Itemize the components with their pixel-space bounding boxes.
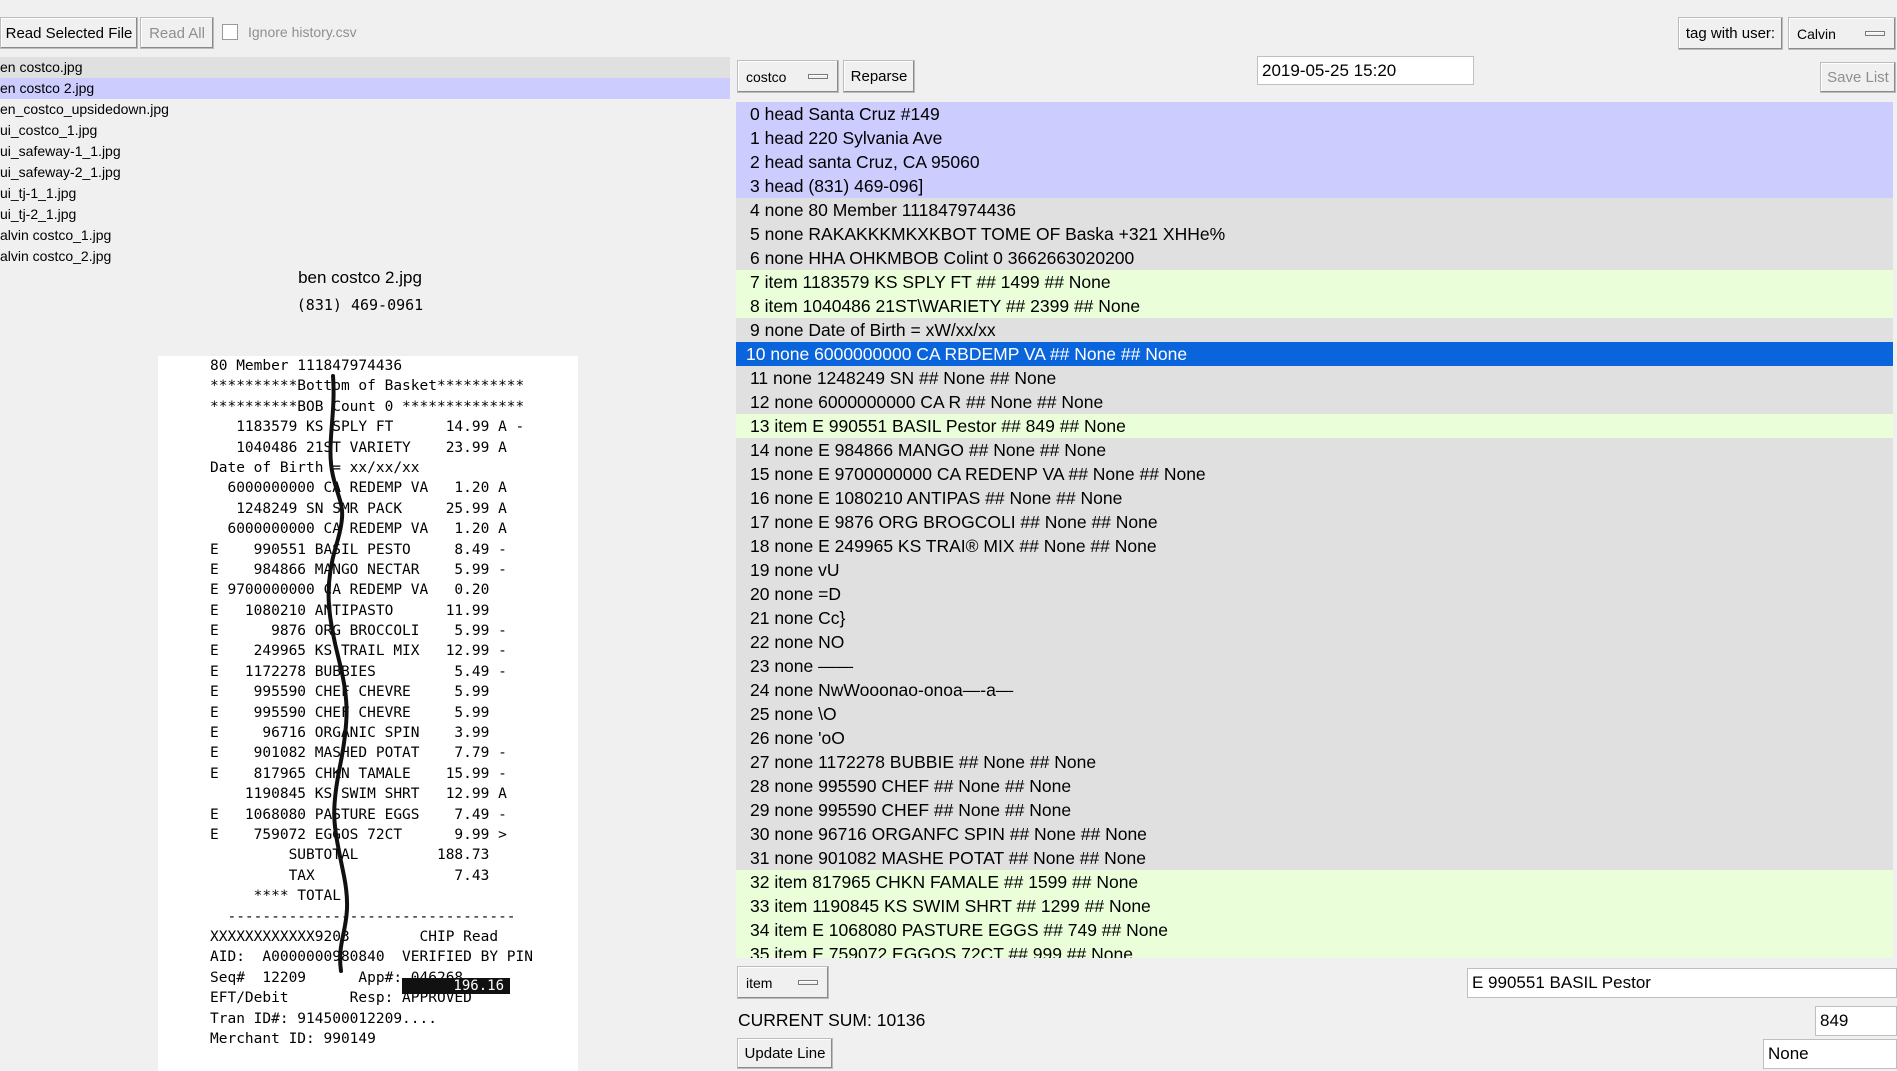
parsed-line-item[interactable]: 26 none 'oO	[736, 726, 1893, 750]
save-list-button[interactable]: Save List	[1820, 62, 1896, 93]
tag-with-user-button[interactable]: tag with user:	[1678, 17, 1783, 50]
parsed-line-item[interactable]: 34 item E 1068080 PASTURE EGGS ## 749 ##…	[736, 918, 1893, 942]
parsed-line-item[interactable]: 2 head santa Cruz, CA 95060	[736, 150, 1893, 174]
parsed-line-item[interactable]: 30 none 96716 ORGANFC SPIN ## None ## No…	[736, 822, 1893, 846]
ignore-history-checkbox[interactable]	[222, 24, 238, 40]
parsed-line-item[interactable]: 29 none 995590 CHEF ## None ## None	[736, 798, 1893, 822]
user-dropdown[interactable]: Calvin	[1788, 17, 1896, 50]
receipt-phone: (831) 469-0961	[296, 296, 424, 314]
file-list-item[interactable]: en_costco_upsidedown.jpg	[0, 99, 730, 120]
parsed-lines-list[interactable]: 0 head Santa Cruz #149 1 head 220 Sylvani…	[736, 102, 1893, 958]
parsed-line-item[interactable]: 23 none ——	[736, 654, 1893, 678]
parsed-line-item[interactable]: 20 none =D	[736, 582, 1893, 606]
parsed-line-item[interactable]: 13 item E 990551 BASIL Pestor ## 849 ## …	[736, 414, 1893, 438]
parsed-line-item[interactable]: 33 item 1190845 KS SWIM SHRT ## 1299 ## …	[736, 894, 1893, 918]
parsed-line-item[interactable]: 8 item 1040486 21ST\WARIETY ## 2399 ## N…	[736, 294, 1893, 318]
pen-stroke-mark	[326, 374, 349, 973]
parsed-line-item[interactable]: 17 none E 9876 ORG BROGCOLI ## None ## N…	[736, 510, 1893, 534]
parsed-line-item[interactable]: 15 none E 9700000000 CA REDENP VA ## Non…	[736, 462, 1893, 486]
store-dropdown-value: costco	[746, 68, 787, 85]
receipt-line	[210, 1049, 533, 1069]
parsed-line-item[interactable]: 19 none vU	[736, 558, 1893, 582]
file-list-item[interactable]: ui_costco_1.jpg	[0, 120, 730, 141]
parsed-line-item[interactable]: 22 none NO	[736, 630, 1893, 654]
parsed-line-item[interactable]: 6 none HHA OHKMBOB Colint 0 366266302020…	[736, 246, 1893, 270]
file-list-item[interactable]: ui_tj-1_1.jpg	[0, 183, 730, 204]
parsed-line-item[interactable]: 28 none 995590 CHEF ## None ## None	[736, 774, 1893, 798]
file-list[interactable]: en costco.jpg en costco 2.jpg en_costco_up…	[0, 57, 730, 267]
extra-field[interactable]: None	[1763, 1039, 1897, 1069]
datetime-field[interactable]: 2019-05-25 15:20	[1257, 56, 1474, 85]
current-sum-label: CURRENT SUM: 10136	[738, 1010, 926, 1030]
parsed-line-item[interactable]: 27 none 1172278 BUBBIE ## None ## None	[736, 750, 1893, 774]
file-list-item[interactable]: alvin costco_1.jpg	[0, 225, 730, 246]
user-dropdown-value: Calvin	[1797, 25, 1836, 42]
read-selected-file-button[interactable]: Read Selected File	[0, 17, 138, 49]
read-all-button[interactable]: Read All	[140, 17, 214, 49]
item-text-field[interactable]: E 990551 BASIL Pestor	[1467, 968, 1897, 998]
parsed-line-item[interactable]: 12 none 6000000000 CA R ## None ## None	[736, 390, 1893, 414]
file-list-item[interactable]: ui_safeway-2_1.jpg	[0, 162, 730, 183]
parsed-line-item[interactable]: 3 head (831) 469-096]	[736, 174, 1893, 198]
parsed-line-item[interactable]: 35 item E 759072 EGGOS 72CT ## 999 ## No…	[736, 942, 1893, 958]
receipt-caption: ben costco 2.jpg	[298, 268, 422, 287]
parsed-line-item[interactable]: 25 none \O	[736, 702, 1893, 726]
receipt-image: 80 Member 111847974436 **********Bottom o…	[158, 356, 578, 1071]
parsed-line-item[interactable]: 14 none E 984866 MANGO ## None ## None	[736, 438, 1893, 462]
file-list-item[interactable]: ui_safeway-1_1.jpg	[0, 141, 730, 162]
ignore-history-label: Ignore history.csv	[248, 24, 357, 40]
receipt-line: Tran ID#: 914500012209....	[210, 1010, 437, 1027]
update-line-button[interactable]: Update Line	[737, 1038, 833, 1069]
parsed-line-item[interactable]: 7 item 1183579 KS SPLY FT ## 1499 ## Non…	[736, 270, 1893, 294]
line-type-dropdown[interactable]: item	[737, 966, 829, 999]
parsed-line-item[interactable]: 4 none 80 Member 111847974436	[736, 198, 1893, 222]
parsed-line-item[interactable]: 21 none Cc}	[736, 606, 1893, 630]
parsed-line-item[interactable]: 31 none 901082 MASHE POTAT ## None ## No…	[736, 846, 1893, 870]
parsed-line-item[interactable]: 18 none E 249965 KS TRAI® MIX ## None ##…	[736, 534, 1893, 558]
parsed-line-item[interactable]: 32 item 817965 CHKN FAMALE ## 1599 ## No…	[736, 870, 1893, 894]
line-type-dropdown-value: item	[746, 974, 773, 991]
parsed-line-item[interactable]: 1 head 220 Sylvania Ave	[736, 126, 1893, 150]
reparse-button[interactable]: Reparse	[843, 60, 915, 93]
store-dropdown[interactable]: costco	[737, 60, 839, 93]
receipt-preview: ben costco 2.jpg (831) 469-0961 80 Membe…	[150, 268, 580, 1071]
receipt-total-value: 196.16	[402, 978, 510, 994]
receipt-line: Merchant ID: 990149	[210, 1030, 376, 1047]
parsed-line-item[interactable]: 10 none 6000000000 CA RBDEMP VA ## None …	[736, 342, 1893, 366]
chevron-down-icon	[798, 979, 818, 985]
parsed-line-item[interactable]: 9 none Date of Birth = xW/xx/xx	[736, 318, 1893, 342]
parsed-line-item[interactable]: 16 none E 1080210 ANTIPAS ## None ## Non…	[736, 486, 1893, 510]
price-field[interactable]: 849	[1815, 1006, 1897, 1036]
parsed-line-item[interactable]: 24 none NwWooonao-onoa—-a—	[736, 678, 1893, 702]
file-list-item[interactable]: en costco.jpg	[0, 57, 730, 78]
chevron-down-icon	[1865, 30, 1885, 36]
parsed-line-item[interactable]: 0 head Santa Cruz #149	[736, 102, 1893, 126]
chevron-down-icon	[808, 73, 828, 79]
parsed-line-item[interactable]: 11 none 1248249 SN ## None ## None	[736, 366, 1893, 390]
file-list-item[interactable]: ui_tj-2_1.jpg	[0, 204, 730, 225]
file-list-item[interactable]: alvin costco_2.jpg	[0, 246, 730, 267]
file-list-item[interactable]: en costco 2.jpg	[0, 78, 730, 99]
parsed-line-item[interactable]: 5 none RAKAKKKMKXKBOT TOME OF Baska +321…	[736, 222, 1893, 246]
